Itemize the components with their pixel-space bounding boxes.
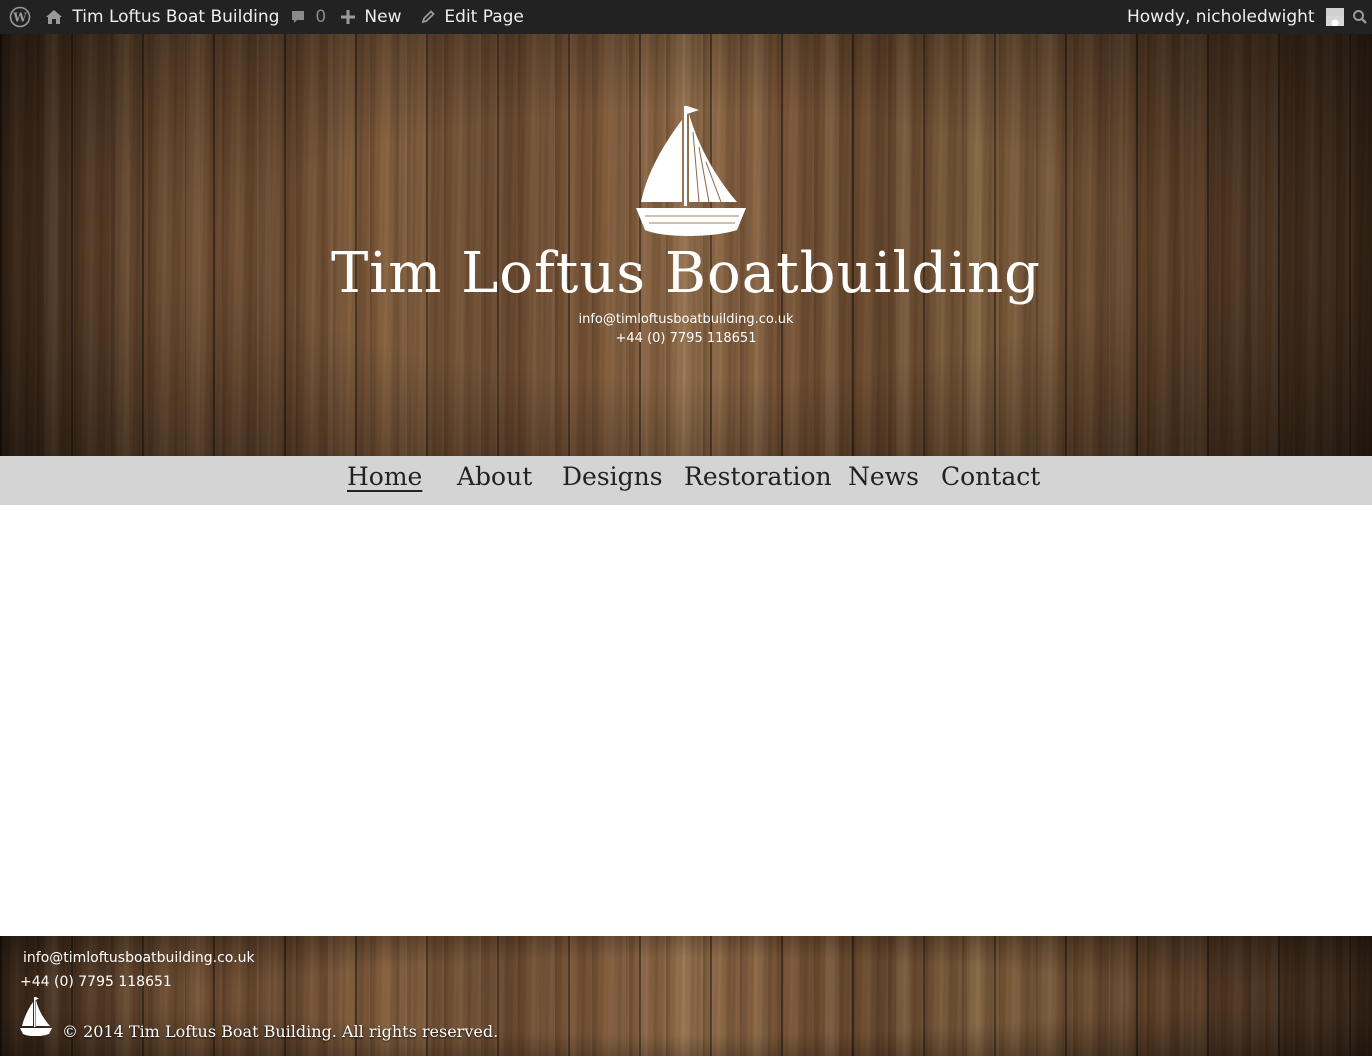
nav-item-contact[interactable]: Contact xyxy=(941,456,1040,505)
nav-item-about[interactable]: About xyxy=(457,456,532,505)
admin-bar-site-name: Tim Loftus Boat Building xyxy=(72,7,280,27)
site-header: Tim Loftus Boatbuilding info@timloftusbo… xyxy=(0,34,1372,456)
pencil-icon xyxy=(420,7,441,27)
header-phone: +44 (0) 7795 118651 xyxy=(615,331,757,346)
new-label: New xyxy=(364,7,402,27)
footer-copyright: © 2014 Tim Loftus Boat Building. All rig… xyxy=(62,1022,499,1041)
header-email[interactable]: info@timloftusboatbuilding.co.uk xyxy=(0,312,1372,327)
svg-text:W: W xyxy=(12,11,27,25)
site-title[interactable]: Tim Loftus Boatbuilding xyxy=(0,234,1372,314)
footer-email[interactable]: info@timloftusboatbuilding.co.uk xyxy=(23,950,255,966)
avatar-icon xyxy=(1326,8,1345,26)
admin-bar-site-link[interactable]: Tim Loftus Boat Building xyxy=(45,0,279,34)
plus-icon xyxy=(340,7,361,27)
admin-bar-account[interactable]: Howdy, nicholedwight xyxy=(1127,0,1345,34)
admin-bar-comments[interactable]: 0 xyxy=(290,0,326,34)
home-icon xyxy=(45,7,68,27)
nav-item-home[interactable]: Home xyxy=(347,456,422,505)
admin-bar-edit-page[interactable]: Edit Page xyxy=(420,0,524,34)
main-content xyxy=(0,505,1372,936)
admin-bar: W Tim Loftus Boat Building 0 New Edit Pa… xyxy=(0,0,1372,34)
admin-bar-new[interactable]: New xyxy=(340,0,402,34)
howdy-text: Howdy, nicholedwight xyxy=(1127,7,1315,27)
footer-phone: +44 (0) 7795 118651 xyxy=(20,974,172,990)
nav-item-news[interactable]: News xyxy=(848,456,919,505)
sailboat-logo-icon[interactable] xyxy=(633,102,749,238)
search-icon[interactable] xyxy=(1352,0,1368,34)
nav-item-designs[interactable]: Designs xyxy=(562,456,663,505)
comment-icon xyxy=(290,7,311,27)
main-navigation: Home About Designs Restoration News Cont… xyxy=(0,456,1372,505)
site-footer: info@timloftusboatbuilding.co.uk +44 (0)… xyxy=(0,936,1372,1056)
comment-count: 0 xyxy=(315,7,327,27)
edit-page-label: Edit Page xyxy=(444,7,524,27)
nav-item-restoration[interactable]: Restoration xyxy=(684,456,832,505)
wordpress-logo-icon[interactable]: W xyxy=(9,0,31,34)
footer-sailboat-icon xyxy=(20,997,52,1036)
